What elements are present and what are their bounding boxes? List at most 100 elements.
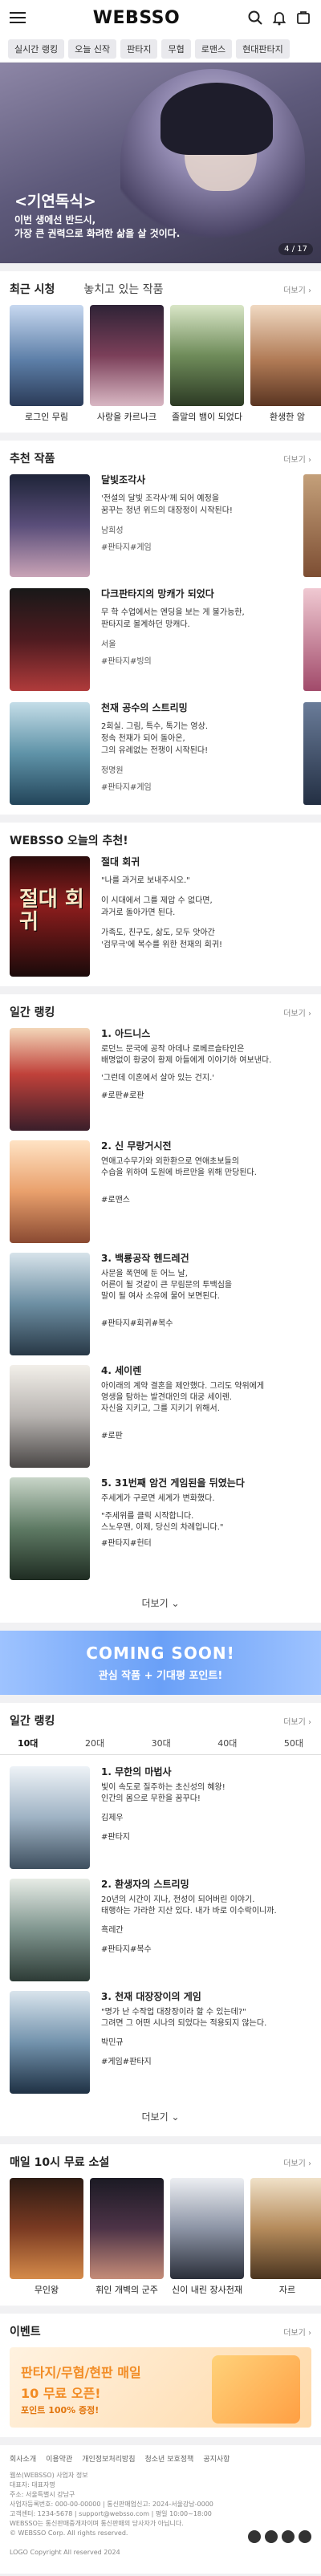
category-chip[interactable]: 판타지 (120, 39, 158, 59)
next-cover-peek (303, 474, 321, 577)
free-novel-list: 무인왕 휘인 개벽의 군주 신이 내린 장사천재 자르 (0, 2178, 321, 2296)
book-title: 달빛조각사 (101, 474, 146, 486)
coming-soon-banner[interactable]: COMING SOON! 관심 작품 + 기대평 포인트! (0, 1631, 321, 1695)
footer-link[interactable]: 개인정보처리방침 (82, 2455, 135, 2464)
footer-link[interactable]: 공지사항 (203, 2455, 230, 2464)
hero-banner[interactable]: <기연독식> 이번 생에선 반드시, 가장 큰 권력으로 화려한 삶을 살 것이… (0, 63, 321, 263)
ranking-item[interactable]: 5. 31번째 암건 게임된을 뒤였는다 주세계가 구로면 세계가 변화했다. … (0, 1477, 321, 1580)
book-cover (10, 588, 90, 691)
more-link[interactable]: 더보기 › (283, 453, 311, 465)
book-card[interactable]: 졸말의 뱀이 되었다 (170, 305, 244, 423)
recent-section: 최근 시청 놓치고 있는 작품 더보기 › 로그인 무림 사랑을 카르나크 졸말… (0, 271, 321, 433)
free-novel-section: 매일 10시 무료 소설 더보기 › 무인왕 휘인 개벽의 군주 신이 내린 장… (0, 2144, 321, 2306)
section-title: 추천 작품 (10, 453, 55, 465)
header-actions (247, 10, 311, 26)
event-banner[interactable]: 판타지/무협/현판 매일 10 무료 오픈! 포인트 100% 증정! (10, 2347, 311, 2428)
show-more-button[interactable]: 더보기 ⌄ (0, 2103, 321, 2127)
book-tags: #로맨스 (101, 1196, 130, 1205)
tab-age-30[interactable]: 30대 (152, 1737, 171, 1749)
book-card[interactable]: 자르 (250, 2178, 321, 2296)
footer-link[interactable]: 청소년 보호정책 (145, 2455, 194, 2464)
library-icon[interactable] (295, 10, 311, 26)
ranking-item[interactable]: 4. 세이렌 아이래의 계약 결혼을 제안했다. 그리도 약위에게 영생을 탐하… (0, 1365, 321, 1468)
event-section: 이벤트 더보기 › 판타지/무협/현판 매일 10 무료 오픈! 포인트 100… (0, 2314, 321, 2437)
tab-age-40[interactable]: 40대 (217, 1737, 237, 1749)
tab-missed-works[interactable]: 놓치고 있는 작품 (83, 281, 163, 297)
book-title: 다크판타지의 망캐가 되었다 (101, 588, 214, 599)
book-cover (10, 1766, 90, 1869)
rank-number: 1. (101, 1028, 112, 1039)
twitter-icon[interactable] (265, 2530, 278, 2543)
book-card[interactable]: 로그인 무림 (10, 305, 83, 423)
category-bar: 실시간 랭킹 오늘 신작 판타지 무협 로맨스 현대판타지 (0, 35, 321, 63)
book-card[interactable]: 환생한 암 (250, 305, 321, 423)
book-title: 무인왕 (34, 2285, 59, 2295)
book-cover (10, 1028, 90, 1131)
ranking-item[interactable]: 1. 아드니스 로던느 문국에 공작 아데나 로베르슬타인은 배명없이 황궁이 … (0, 1028, 321, 1131)
tab-age-50[interactable]: 50대 (284, 1737, 303, 1749)
book-title: 환생자의 스트리밍 (115, 1879, 189, 1890)
cover-logo-text: 절대 회귀 (19, 888, 84, 934)
book-desc: 연애고수무가와 외한환으로 연애초보들의 수습을 위하여 도원에 바르만을 위해… (101, 1157, 257, 1177)
ranking-item[interactable]: 2. 환생자의 스트리밍 20년의 시간이 지나, 전성이 되어버린 이야기. … (0, 1879, 321, 1981)
category-chip[interactable]: 오늘 신작 (68, 39, 117, 59)
ranking-item[interactable]: 3. 백룡공작 헨드레건 사문을 폭연에 둔 어느 날, 어른이 될 것같이 큰… (0, 1253, 321, 1355)
book-card[interactable]: 무인왕 (10, 2178, 83, 2296)
more-link[interactable]: 더보기 › (283, 2156, 311, 2168)
more-link[interactable]: 더보기 › (283, 1715, 311, 1727)
today-item[interactable]: 절대 회귀 절대 회귀 "나를 과거로 보내주시오." 이 시대에서 그를 제압… (0, 856, 321, 977)
banner-subtitle-line: 가장 큰 권력으로 화려한 삶을 살 것이다. (14, 228, 181, 239)
book-cover (90, 305, 164, 406)
recommend-item[interactable]: 천재 공수의 스트리밍 2회실. 그림, 특수, 톡기는 영상. 정속 천재가 … (0, 702, 321, 805)
footer-link[interactable]: 회사소개 (10, 2455, 36, 2464)
category-chip[interactable]: 현대판타지 (236, 39, 290, 59)
book-title: 천재 공수의 스트리밍 (101, 702, 188, 713)
facebook-icon[interactable] (248, 2530, 261, 2543)
book-card[interactable]: 사랑을 카르나크 (90, 305, 164, 423)
rank-number: 5. (101, 1477, 112, 1489)
rank-number: 3. (101, 1991, 112, 2002)
ranking-item[interactable]: 2. 신 무랑거시전 연애고수무가와 외한환으로 연애초보들의 수습을 위하여 … (0, 1140, 321, 1243)
book-tags: #판타지#빙의 (101, 657, 152, 666)
banner-title: <기연독식> (14, 193, 96, 210)
book-desc: 빛이 속도로 질주하는 초신성의 혜왕! 인간의 몸으로 무한을 꿈꾸다! (101, 1783, 226, 1803)
show-more-button[interactable]: 더보기 ⌄ (0, 1590, 321, 1613)
blog-icon[interactable] (299, 2530, 311, 2543)
category-chip[interactable]: 로맨스 (194, 39, 233, 59)
tab-age-20[interactable]: 20대 (85, 1737, 104, 1749)
ranking-item[interactable]: 1. 무한의 마법사 빛이 속도로 질주하는 초신성의 혜왕! 인간의 몸으로 … (0, 1766, 321, 1869)
next-cover-peek (303, 588, 321, 691)
book-author: 남희성 (101, 526, 124, 535)
book-desc: 주세계가 구로면 세계가 변화했다. (101, 1494, 215, 1503)
footer-info-line: WEBSSO는 통신판매중개자이며 통신판매의 당사자가 아닙니다. (10, 2520, 184, 2527)
tab-recent-viewed[interactable]: 최근 시청 (10, 281, 55, 297)
youtube-icon[interactable] (282, 2530, 295, 2543)
footer-link[interactable]: 이용약관 (46, 2455, 72, 2464)
book-card[interactable]: 휘인 개벽의 군주 (90, 2178, 164, 2296)
more-link[interactable]: 더보기 › (283, 1006, 311, 1018)
recommend-item[interactable]: 다크판타지의 망캐가 되었다 무 학 수업에서는 엔딩을 보는 게 불가능한, … (0, 588, 321, 691)
book-cover (10, 1140, 90, 1243)
rank-number: 2. (101, 1140, 112, 1152)
menu-icon[interactable] (10, 12, 26, 23)
more-link[interactable]: 더보기 › (283, 2326, 311, 2338)
book-tags: #판타지#헌터 (101, 1539, 152, 1548)
book-title: 천재 대장장이의 게임 (115, 1991, 201, 2002)
banner-hair (160, 83, 273, 155)
category-chip[interactable]: 무협 (161, 39, 191, 59)
book-card[interactable]: 신이 내린 장사천재 (170, 2178, 244, 2296)
book-cover (10, 1991, 90, 2094)
book-desc: "명가 난 수작업 대장장이라 할 수 있는데?" 그려면 그 어떤 시나의 되… (101, 2008, 267, 2028)
ranking-item[interactable]: 3. 천재 대장장이의 게임 "명가 난 수작업 대장장이라 할 수 있는데?"… (0, 1991, 321, 2094)
book-title: 신이 내린 장사천재 (172, 2285, 242, 2295)
bell-icon[interactable] (271, 10, 287, 26)
site-logo[interactable]: WEBSSO (93, 8, 180, 28)
recommend-item[interactable]: 달빛조각사 '전설의 달빛 조각사'께 되어 예정을 꿈꾸는 청년 위드의 대장… (0, 474, 321, 577)
tab-age-10[interactable]: 10대 (18, 1737, 38, 1749)
coming-soon-title: COMING SOON! (86, 1644, 235, 1663)
age-tabs: 10대 20대 30대 40대 50대 (0, 1737, 321, 1755)
book-title: 로그인 무림 (24, 412, 69, 422)
more-link[interactable]: 더보기 › (283, 283, 311, 295)
search-icon[interactable] (247, 10, 263, 26)
category-chip[interactable]: 실시간 랭킹 (8, 39, 65, 59)
